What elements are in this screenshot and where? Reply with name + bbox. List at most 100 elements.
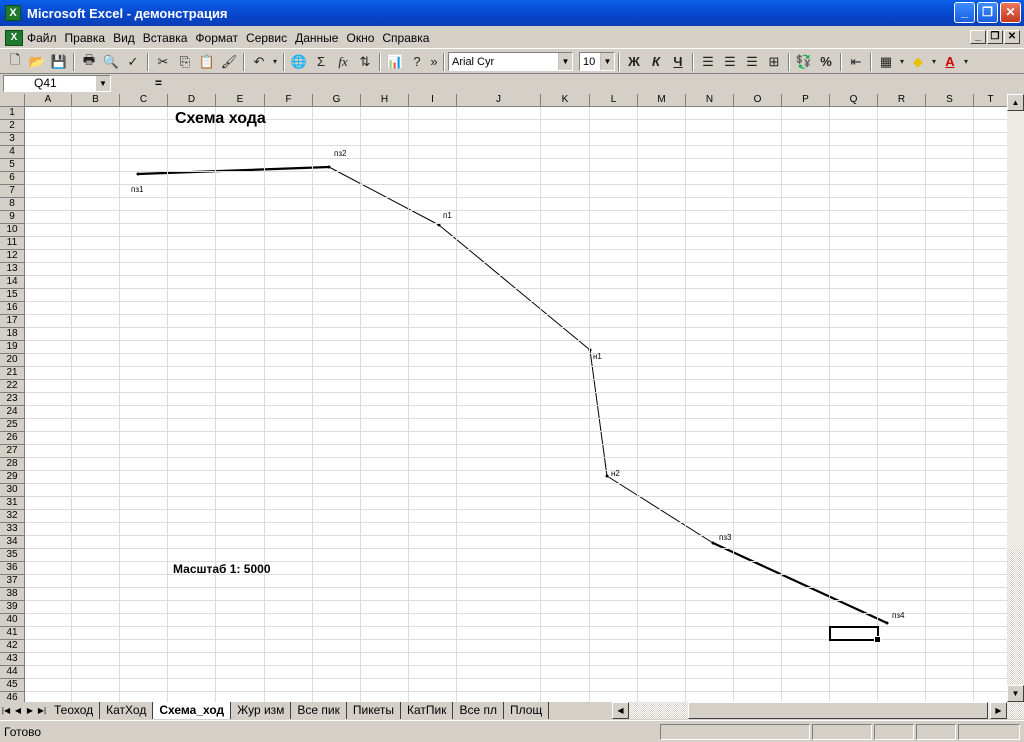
row-header-17[interactable]: 17 [0,315,25,328]
row-header-16[interactable]: 16 [0,302,25,315]
menu-format[interactable]: Формат [191,28,242,48]
merge-center-icon[interactable]: ⊞ [763,51,785,73]
hyperlink-icon[interactable]: 🌐 [288,51,310,73]
align-right-icon[interactable]: ☰ [741,51,763,73]
tab-vse-pl[interactable]: Все пл [453,702,504,719]
row-header-4[interactable]: 4 [0,146,25,159]
workbook-close-button[interactable]: ✕ [1004,30,1020,44]
row-header-10[interactable]: 10 [0,224,25,237]
new-document-icon[interactable]: 🗋 [4,51,26,73]
horizontal-scrollbar[interactable]: ◀ ▶ [612,702,1024,719]
row-header-26[interactable]: 26 [0,432,25,445]
row-header-18[interactable]: 18 [0,328,25,341]
align-left-icon[interactable]: ☰ [697,51,719,73]
row-header-37[interactable]: 37 [0,575,25,588]
row-header-7[interactable]: 7 [0,185,25,198]
borders-dropdown-icon[interactable]: ▾ [897,51,907,73]
tab-teohod[interactable]: Теоход [48,702,101,719]
row-header-29[interactable]: 29 [0,471,25,484]
first-sheet-icon[interactable]: |◀ [0,703,12,718]
underline-button[interactable]: Ч [667,51,689,73]
tab-zhur-izm[interactable]: Жур изм [231,702,292,719]
row-header-13[interactable]: 13 [0,263,25,276]
minimize-button[interactable]: _ [954,2,975,23]
formula-input[interactable] [170,75,1022,92]
scroll-left-icon[interactable]: ◀ [612,702,629,719]
tab-katpik[interactable]: КатПик [401,702,454,719]
row-header-30[interactable]: 30 [0,484,25,497]
column-header-c[interactable]: C [120,94,168,107]
save-icon[interactable]: 💾 [48,51,70,73]
column-header-r[interactable]: R [878,94,926,107]
function-icon[interactable]: fx [332,51,354,73]
row-header-6[interactable]: 6 [0,172,25,185]
row-header-34[interactable]: 34 [0,536,25,549]
row-header-19[interactable]: 19 [0,341,25,354]
row-header-22[interactable]: 22 [0,380,25,393]
column-header-d[interactable]: D [168,94,216,107]
row-header-14[interactable]: 14 [0,276,25,289]
row-header-20[interactable]: 20 [0,354,25,367]
tab-kathod[interactable]: КатХод [100,702,154,719]
workbook-icon[interactable]: X [5,29,23,46]
column-header-l[interactable]: L [590,94,638,107]
column-header-a[interactable]: A [25,94,72,107]
open-folder-icon[interactable]: 📂 [26,51,48,73]
workbook-minimize-button[interactable]: _ [970,30,986,44]
next-sheet-icon[interactable]: ▶ [24,703,36,718]
row-header-38[interactable]: 38 [0,588,25,601]
row-header-9[interactable]: 9 [0,211,25,224]
tab-pikety[interactable]: Пикеты [346,702,401,719]
menu-view[interactable]: Вид [109,28,139,48]
column-header-t[interactable]: T [974,94,1008,107]
column-header-s[interactable]: S [926,94,974,107]
row-header-39[interactable]: 39 [0,601,25,614]
scroll-right-icon[interactable]: ▶ [990,702,1007,719]
column-header-h[interactable]: H [361,94,409,107]
workbook-restore-button[interactable]: ❐ [987,30,1003,44]
last-sheet-icon[interactable]: ▶| [36,703,48,718]
cut-icon[interactable]: ✂ [152,51,174,73]
restore-button[interactable]: ❐ [977,2,998,23]
help-icon[interactable]: ? [406,51,428,73]
column-header-n[interactable]: N [686,94,734,107]
menu-insert[interactable]: Вставка [139,28,192,48]
row-header-28[interactable]: 28 [0,458,25,471]
row-header-40[interactable]: 40 [0,614,25,627]
sort-ascending-icon[interactable]: ⇅ [354,51,376,73]
bold-button[interactable]: Ж [623,51,645,73]
print-preview-icon[interactable]: 🔍 [100,51,122,73]
undo-icon[interactable]: ↶ [248,51,270,73]
row-header-43[interactable]: 43 [0,653,25,666]
scroll-thumb[interactable] [1007,549,1024,684]
row-header-2[interactable]: 2 [0,120,25,133]
autosum-icon[interactable]: Σ [310,51,332,73]
row-header-3[interactable]: 3 [0,133,25,146]
column-header-i[interactable]: I [409,94,457,107]
row-header-23[interactable]: 23 [0,393,25,406]
column-header-k[interactable]: K [541,94,590,107]
column-header-o[interactable]: O [734,94,782,107]
copy-icon[interactable]: ⎘ [174,51,196,73]
fill-dropdown-icon[interactable]: ▾ [929,51,939,73]
row-header-1[interactable]: 1 [0,107,25,120]
borders-icon[interactable]: ▦ [875,51,897,73]
undo-dropdown-icon[interactable]: ▾ [270,51,280,73]
row-header-44[interactable]: 44 [0,666,25,679]
font-size-select[interactable]: 10 ▼ [579,52,615,71]
prev-sheet-icon[interactable]: ◀ [12,703,24,718]
excel-icon[interactable]: X [5,5,21,21]
chart-wizard-icon[interactable]: 📊 [384,51,406,73]
worksheet-grid[interactable]: A B C D E F G H I J K L M N O P Q R S T 1 2 3 4 5 6 7 8 9 10 11 12 13 14 1… [0,94,1008,702]
column-header-m[interactable]: M [638,94,686,107]
row-header-46[interactable]: 46 [0,692,25,702]
menu-data[interactable]: Данные [291,28,342,48]
row-header-41[interactable]: 41 [0,627,25,640]
row-header-12[interactable]: 12 [0,250,25,263]
column-header-q[interactable]: Q [830,94,878,107]
horizontal-scroll-thumb[interactable] [688,702,988,719]
vertical-scrollbar[interactable]: ▲ ▼ [1007,94,1024,702]
menu-help[interactable]: Справка [378,28,433,48]
row-header-25[interactable]: 25 [0,419,25,432]
column-header-j[interactable]: J [457,94,541,107]
